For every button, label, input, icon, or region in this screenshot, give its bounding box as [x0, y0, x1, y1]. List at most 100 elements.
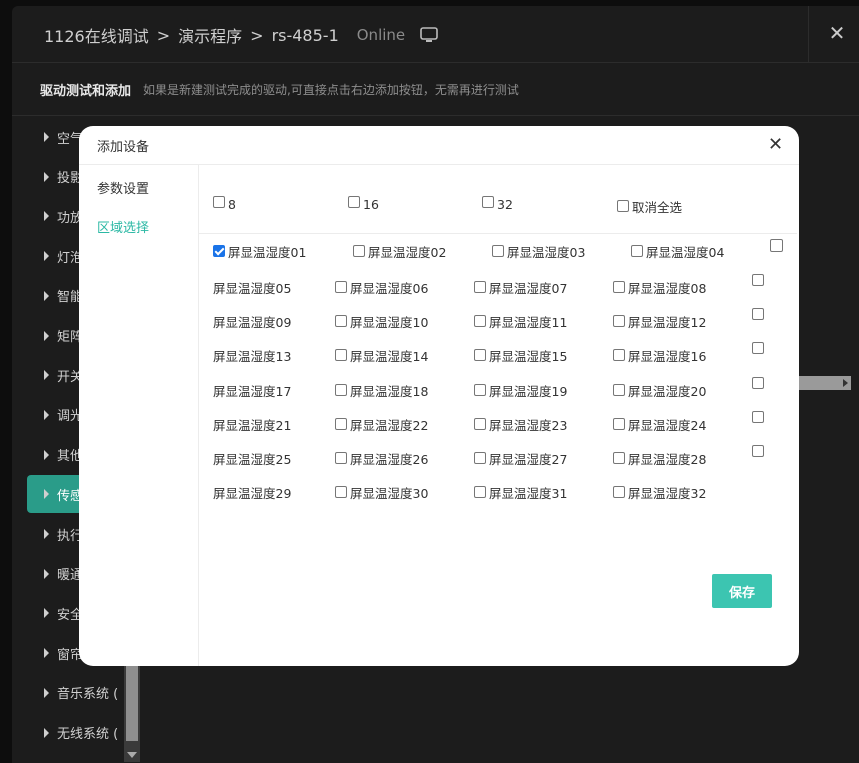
close-icon[interactable]: ✕	[768, 136, 783, 154]
caret-right-icon	[44, 409, 49, 420]
device-checkbox[interactable]: 屏显温湿度07	[474, 274, 567, 296]
device-checkbox[interactable]: 屏显温湿度06	[335, 274, 428, 296]
scroll-down-icon[interactable]	[127, 752, 137, 758]
checkbox-label: 屏显温湿度19	[489, 383, 568, 399]
checkbox[interactable]	[482, 196, 494, 208]
checkbox[interactable]	[613, 315, 625, 328]
device-label[interactable]: 屏显温湿度29	[213, 483, 291, 502]
section-title: 驱动测试和添加	[40, 83, 132, 99]
device-checkbox[interactable]: 屏显温湿度02	[353, 238, 446, 260]
checkbox[interactable]	[474, 383, 486, 396]
close-icon[interactable]: ✕	[826, 22, 848, 44]
device-checkbox[interactable]: 屏显温湿度26	[335, 445, 428, 467]
device-checkbox[interactable]: 屏显温湿度11	[474, 308, 567, 330]
checkbox[interactable]	[335, 383, 347, 396]
device-checkbox[interactable]: 屏显温湿度08	[613, 274, 706, 296]
checkbox[interactable]	[474, 315, 486, 328]
checkbox[interactable]	[617, 200, 629, 212]
checkbox[interactable]	[613, 349, 625, 362]
device-checkbox[interactable]: 屏显温湿度12	[613, 308, 706, 330]
device-checkbox[interactable]: 屏显温湿度04	[631, 238, 724, 260]
checkbox[interactable]	[752, 308, 764, 321]
device-checkbox[interactable]: 屏显温湿度14	[335, 342, 428, 364]
save-button[interactable]: 保存	[712, 574, 772, 608]
device-checkbox[interactable]: 屏显温湿度23	[474, 411, 567, 433]
device-label[interactable]: 屏显温湿度17	[213, 381, 291, 400]
checkbox-label: 屏显温湿度32	[628, 486, 707, 502]
checkbox[interactable]	[474, 417, 486, 430]
checkbox[interactable]	[613, 452, 625, 464]
caret-right-icon	[44, 171, 49, 182]
device-checkbox[interactable]: 屏显温湿度27	[474, 445, 567, 467]
device-checkbox[interactable]: 屏显温湿度15	[474, 342, 567, 364]
device-checkbox[interactable]: 屏显温湿度32	[613, 479, 706, 501]
device-checkbox[interactable]: 屏显温湿度01	[213, 238, 306, 260]
checkbox[interactable]	[335, 349, 347, 362]
checkbox-label: 屏显温湿度04	[646, 245, 725, 260]
checkbox-label: 屏显温湿度15	[489, 349, 568, 365]
checkbox[interactable]	[335, 281, 347, 293]
device-checkbox[interactable]: 屏显温湿度20	[613, 377, 706, 399]
checkbox[interactable]	[474, 349, 486, 362]
checkbox-label: 屏显温湿度07	[489, 281, 568, 296]
device-checkbox[interactable]: 屏显温湿度19	[474, 377, 567, 399]
checkbox[interactable]	[348, 196, 360, 208]
checkbox[interactable]	[752, 274, 764, 286]
device-checkbox[interactable]: 屏显温湿度10	[335, 308, 428, 330]
breadcrumb-device[interactable]: rs-485-1	[272, 26, 339, 45]
checkbox[interactable]	[613, 417, 625, 430]
checkbox[interactable]	[752, 410, 764, 423]
select-option-checkbox[interactable]: 16	[348, 193, 379, 212]
scroll-right-icon[interactable]	[843, 379, 848, 387]
checkbox[interactable]	[335, 486, 347, 499]
device-checkbox[interactable]: 屏显温湿度28	[613, 445, 706, 467]
section-hint: 如果是新建测试完成的驱动,可直接点击右边添加按钮，无需再进行测试	[143, 82, 519, 97]
checkbox[interactable]	[613, 281, 625, 293]
checkbox[interactable]	[335, 417, 347, 430]
select-option-checkbox[interactable]: 取消全选	[617, 193, 682, 215]
caret-right-icon	[44, 449, 49, 460]
device-label[interactable]: 屏显温湿度21	[213, 415, 291, 434]
checkbox[interactable]	[752, 445, 764, 457]
caret-right-icon	[44, 290, 49, 301]
checkbox[interactable]	[474, 486, 486, 499]
checkbox[interactable]	[335, 452, 347, 464]
tab-area-select[interactable]: 区域选择	[97, 217, 149, 236]
device-label[interactable]: 屏显温湿度13	[213, 346, 291, 365]
device-checkbox[interactable]: 屏显温湿度03	[492, 238, 585, 260]
checkbox[interactable]	[353, 245, 365, 257]
device-label[interactable]: 屏显温湿度09	[213, 312, 291, 331]
checkbox[interactable]	[335, 315, 347, 328]
device-checkbox[interactable]: 屏显温湿度30	[335, 479, 428, 501]
breadcrumb-project[interactable]: 1126在线调试	[44, 23, 149, 47]
checkbox[interactable]	[631, 245, 643, 257]
checkbox[interactable]	[770, 239, 783, 252]
monitor-icon[interactable]	[419, 26, 439, 44]
device-checkbox[interactable]: 屏显温湿度24	[613, 411, 706, 433]
device-label[interactable]: 屏显温湿度25	[213, 449, 291, 468]
checkbox[interactable]	[752, 342, 764, 355]
checkbox[interactable]	[613, 383, 625, 396]
horizontal-scrollbar[interactable]	[799, 376, 851, 390]
title-bar: 1126在线调试 > 演示程序 > rs-485-1 Online ✕	[12, 6, 859, 63]
device-checkbox[interactable]: 屏显温湿度18	[335, 377, 428, 399]
category-item[interactable]: 无线系统 (	[27, 714, 137, 752]
device-checkbox[interactable]: 屏显温湿度16	[613, 342, 706, 364]
checkbox[interactable]	[474, 281, 486, 293]
category-item[interactable]: 音乐系统 (	[27, 674, 137, 712]
tab-params[interactable]: 参数设置	[97, 178, 149, 197]
checkbox-label: 屏显温湿度01	[228, 245, 307, 260]
checkbox[interactable]	[474, 452, 486, 464]
checkbox[interactable]	[213, 196, 225, 208]
checkbox[interactable]	[492, 245, 504, 257]
checkbox[interactable]	[752, 376, 764, 389]
checkbox[interactable]	[613, 486, 625, 499]
select-option-checkbox[interactable]: 32	[482, 193, 513, 212]
checkbox-label: 取消全选	[632, 200, 683, 215]
select-option-checkbox[interactable]: 8	[213, 193, 236, 212]
device-checkbox[interactable]: 屏显温湿度31	[474, 479, 567, 501]
device-checkbox[interactable]: 屏显温湿度22	[335, 411, 428, 433]
checkbox[interactable]	[213, 245, 225, 257]
device-label[interactable]: 屏显温湿度05	[213, 278, 291, 297]
breadcrumb-program[interactable]: 演示程序	[178, 23, 242, 47]
